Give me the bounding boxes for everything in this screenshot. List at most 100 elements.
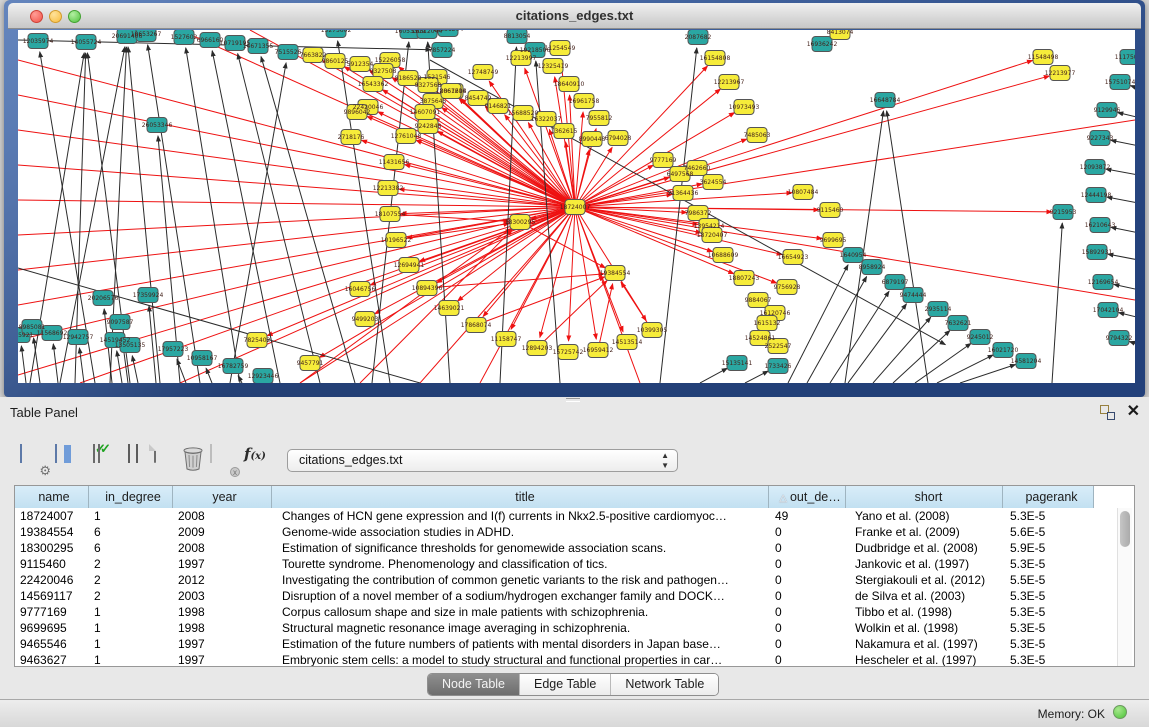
table-row[interactable]: 1872400712008Changes of HCN gene express… bbox=[15, 508, 1134, 524]
cell-title[interactable]: Genome-wide association studies in ADHD. bbox=[272, 524, 769, 540]
cell-title[interactable]: Changes of HCN gene expression and I(f) … bbox=[272, 508, 769, 524]
table-row[interactable]: 2242004622012Investigating the contribut… bbox=[15, 572, 1134, 588]
cell-in_degree[interactable]: 1 bbox=[89, 508, 173, 524]
cell-short[interactable]: Yano et al. (2008) bbox=[846, 508, 1003, 524]
column-header-in_degree[interactable]: in_degree bbox=[89, 486, 173, 508]
cell-in_degree[interactable]: 1 bbox=[89, 620, 173, 636]
cell-name[interactable]: 22420046 bbox=[15, 572, 89, 588]
cell-out_degree[interactable]: 0 bbox=[769, 604, 846, 620]
cell-short[interactable]: Franke et al. (2009) bbox=[846, 524, 1003, 540]
cell-name[interactable]: 9465546 bbox=[15, 636, 89, 652]
cell-pagerank[interactable]: 5.3E-5 bbox=[1003, 556, 1094, 572]
table-row[interactable]: 946362711997Embryonic stem cells: a mode… bbox=[15, 652, 1134, 667]
table-row[interactable]: 1938455462009Genome-wide association stu… bbox=[15, 524, 1134, 540]
tab-node-table[interactable]: Node Table bbox=[428, 674, 520, 695]
cell-in_degree[interactable]: 2 bbox=[89, 556, 173, 572]
cell-out_degree[interactable]: 49 bbox=[769, 508, 846, 524]
column-header-short[interactable]: short bbox=[846, 486, 1003, 508]
cell-name[interactable]: 14569117 bbox=[15, 588, 89, 604]
cell-in_degree[interactable]: 2 bbox=[89, 588, 173, 604]
citation-edge-black[interactable] bbox=[830, 291, 889, 383]
cell-name[interactable]: 9699695 bbox=[15, 620, 89, 636]
citation-edge-red[interactable] bbox=[575, 207, 1052, 212]
function-builder-icon[interactable]: f(x) bbox=[244, 445, 272, 473]
cell-pagerank[interactable]: 5.5E-5 bbox=[1003, 572, 1094, 588]
cell-name[interactable]: 18724007 bbox=[15, 508, 89, 524]
new-document-icon[interactable] bbox=[151, 445, 179, 473]
column-header-out_degree[interactable]: △out_de… bbox=[769, 486, 846, 508]
table-row[interactable]: 1456911722003Disruption of a novel membe… bbox=[15, 588, 1134, 604]
cell-title[interactable]: Investigating the contribution of common… bbox=[272, 572, 769, 588]
cell-in_degree[interactable]: 1 bbox=[89, 636, 173, 652]
cell-short[interactable]: Wolkin et al. (1998) bbox=[846, 620, 1003, 636]
cell-short[interactable]: Hescheler et al. (1997) bbox=[846, 652, 1003, 667]
citation-edge-black[interactable] bbox=[128, 47, 160, 383]
citation-edge-black[interactable] bbox=[21, 346, 26, 383]
citation-edge-red[interactable] bbox=[300, 228, 511, 383]
cell-year[interactable]: 1997 bbox=[173, 636, 272, 652]
cell-year[interactable]: 1997 bbox=[173, 556, 272, 572]
cell-title[interactable]: Embryonic stem cells: a model to study s… bbox=[272, 652, 769, 667]
cell-name[interactable]: 9777169 bbox=[15, 604, 89, 620]
cell-name[interactable]: 19384554 bbox=[15, 524, 89, 540]
cell-in_degree[interactable]: 6 bbox=[89, 540, 173, 556]
cell-year[interactable]: 1998 bbox=[173, 620, 272, 636]
clear-selection-icon[interactable] bbox=[122, 445, 150, 473]
table-mode-icon[interactable]: ⚙ bbox=[19, 445, 47, 473]
cell-out_degree[interactable]: 0 bbox=[769, 540, 846, 556]
cell-year[interactable]: 1997 bbox=[173, 652, 272, 667]
tab-edge-table[interactable]: Edge Table bbox=[520, 674, 611, 695]
cell-short[interactable]: de Silva et al. (2003) bbox=[846, 588, 1003, 604]
memory-ok-indicator-icon[interactable] bbox=[1113, 705, 1127, 719]
table-row[interactable]: 946554611997Estimation of the future num… bbox=[15, 636, 1134, 652]
float-panel-icon[interactable] bbox=[1100, 405, 1115, 420]
cell-year[interactable]: 2012 bbox=[173, 572, 272, 588]
citation-edge-red[interactable] bbox=[180, 207, 575, 383]
citation-edge-black[interactable] bbox=[937, 355, 993, 383]
cell-short[interactable]: Jankovic et al. (1997) bbox=[846, 556, 1003, 572]
citation-edge-black[interactable] bbox=[887, 111, 928, 383]
cell-in_degree[interactable]: 1 bbox=[89, 604, 173, 620]
cell-short[interactable]: Tibbo et al. (1998) bbox=[846, 604, 1003, 620]
citation-edge-red[interactable] bbox=[427, 274, 604, 288]
citation-edge-red[interactable] bbox=[575, 139, 747, 207]
table-row[interactable]: 1830029562008Estimation of significance … bbox=[15, 540, 1134, 556]
citation-edge-black[interactable] bbox=[700, 368, 727, 383]
citation-edge-black[interactable] bbox=[149, 306, 156, 383]
select-rows-icon[interactable] bbox=[90, 445, 118, 473]
cell-short[interactable]: Dudbridge et al. (2008) bbox=[846, 540, 1003, 556]
cell-name[interactable]: 9463627 bbox=[15, 652, 89, 667]
citation-edge-red[interactable] bbox=[598, 284, 613, 350]
citation-edge-red[interactable] bbox=[382, 90, 575, 207]
citation-edge-red[interactable] bbox=[18, 207, 575, 235]
table-row[interactable]: 977716911998Corpus callosum shape and si… bbox=[15, 604, 1134, 620]
cell-name[interactable]: 18300295 bbox=[15, 540, 89, 556]
cell-year[interactable]: 2003 bbox=[173, 588, 272, 604]
citation-network-graph[interactable]: 1203597414055724206914061065326715276026… bbox=[18, 30, 1135, 383]
citation-edge-red[interactable] bbox=[537, 281, 607, 348]
cell-title[interactable]: Structural magnetic resonance image aver… bbox=[272, 620, 769, 636]
network-view-window[interactable]: citations_edges.txt 12035974140557242069… bbox=[4, 0, 1145, 397]
citation-edge-red[interactable] bbox=[390, 214, 509, 221]
citation-edge-red[interactable] bbox=[575, 207, 596, 339]
column-header-title[interactable]: title bbox=[272, 486, 769, 508]
cell-out_degree[interactable]: 0 bbox=[769, 556, 846, 572]
tab-network-table[interactable]: Network Table bbox=[611, 674, 718, 695]
cell-pagerank[interactable]: 5.3E-5 bbox=[1003, 620, 1094, 636]
citation-edge-black[interactable] bbox=[186, 48, 240, 383]
citation-edge-black[interactable] bbox=[848, 304, 906, 383]
cell-pagerank[interactable]: 5.3E-5 bbox=[1003, 636, 1094, 652]
cell-in_degree[interactable]: 2 bbox=[89, 572, 173, 588]
show-columns-icon[interactable] bbox=[54, 445, 82, 473]
cell-title[interactable]: Corpus callosum shape and size in male p… bbox=[272, 604, 769, 620]
citation-edge-black[interactable] bbox=[79, 348, 84, 383]
table-vertical-scrollbar[interactable] bbox=[1117, 508, 1132, 666]
cell-out_degree[interactable]: 0 bbox=[769, 652, 846, 667]
citation-edge-black[interactable] bbox=[873, 317, 931, 383]
cell-out_degree[interactable]: 0 bbox=[769, 524, 846, 540]
citation-edge-red[interactable] bbox=[575, 89, 720, 207]
cell-pagerank[interactable]: 5.6E-5 bbox=[1003, 524, 1094, 540]
cell-out_degree[interactable]: 0 bbox=[769, 572, 846, 588]
cell-pagerank[interactable]: 5.3E-5 bbox=[1003, 652, 1094, 667]
scrollbar-thumb[interactable] bbox=[1120, 511, 1130, 547]
